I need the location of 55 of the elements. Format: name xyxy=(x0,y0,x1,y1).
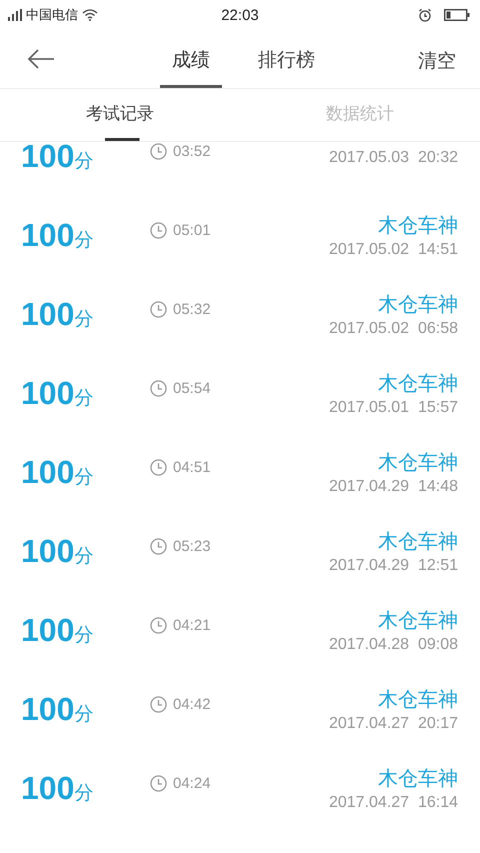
user-name: 木仓车神 xyxy=(378,212,458,238)
score-text: 100分 xyxy=(21,533,94,570)
date-time: 2017.04.29 14:48 xyxy=(328,478,458,496)
clock-icon xyxy=(150,380,167,397)
user-name: 木仓车神 xyxy=(378,449,458,475)
wifi-icon xyxy=(82,9,98,21)
user-name: 木仓车神 xyxy=(378,765,458,791)
duration-text: 04:42 xyxy=(173,696,211,713)
date-time: 2017.05.02 14:51 xyxy=(328,241,458,259)
duration-text: 05:54 xyxy=(173,380,211,397)
clock-icon xyxy=(150,617,167,634)
battery-icon xyxy=(444,9,470,21)
duration-text: 03:52 xyxy=(173,143,211,160)
tab[interactable]: 排行榜 xyxy=(246,30,327,88)
clear-button[interactable]: 清空 xyxy=(418,30,456,88)
duration-text: 04:21 xyxy=(173,617,211,634)
date-time: 2017.04.27 16:14 xyxy=(328,794,458,812)
duration-text: 05:32 xyxy=(173,301,211,318)
user-name: 木仓车神 xyxy=(378,291,458,317)
clock-icon xyxy=(150,222,167,239)
score-text: 100分 xyxy=(21,375,94,412)
clock-icon xyxy=(150,538,167,555)
tab[interactable]: 成绩 xyxy=(160,30,222,88)
tab[interactable]: 考试记录 xyxy=(84,89,156,141)
date-time: 2017.04.28 09:08 xyxy=(328,636,458,654)
clock-icon xyxy=(150,696,167,713)
clock-icon xyxy=(150,775,167,792)
score-text: 100分 xyxy=(21,296,94,333)
duration-text: 04:24 xyxy=(173,775,211,792)
duration-text: 04:51 xyxy=(173,459,211,476)
score-text: 100分 xyxy=(21,142,94,175)
duration-text: 05:23 xyxy=(173,538,211,555)
clock-icon xyxy=(150,143,167,160)
score-text: 100分 xyxy=(21,612,94,649)
score-text: 100分 xyxy=(21,770,94,807)
user-name: 木仓车神 xyxy=(378,686,458,712)
score-text: 100分 xyxy=(21,217,94,254)
score-text: 100分 xyxy=(21,454,94,491)
date-time: 2017.04.27 20:17 xyxy=(328,715,458,733)
user-name: 木仓车神 xyxy=(378,607,458,633)
duration-text: 05:01 xyxy=(173,222,211,239)
date-time: 2017.05.01 15:57 xyxy=(328,399,458,417)
signal-icon xyxy=(8,9,22,21)
clock-time: 22:03 xyxy=(220,6,260,24)
carrier-name: 中国电信 xyxy=(26,7,78,24)
clock-icon xyxy=(150,301,167,318)
date-time: 2017.05.02 06:58 xyxy=(328,320,458,338)
date-time: 2017.04.29 12:51 xyxy=(328,557,458,575)
date-time: 2017.05.03 20:32 xyxy=(328,149,458,167)
user-name: 木仓车神 xyxy=(378,370,458,396)
alarm-icon xyxy=(418,8,432,22)
user-name: 木仓车神 xyxy=(378,528,458,554)
score-text: 100分 xyxy=(21,691,94,728)
back-button[interactable] xyxy=(27,49,55,69)
clock-icon xyxy=(150,459,167,476)
